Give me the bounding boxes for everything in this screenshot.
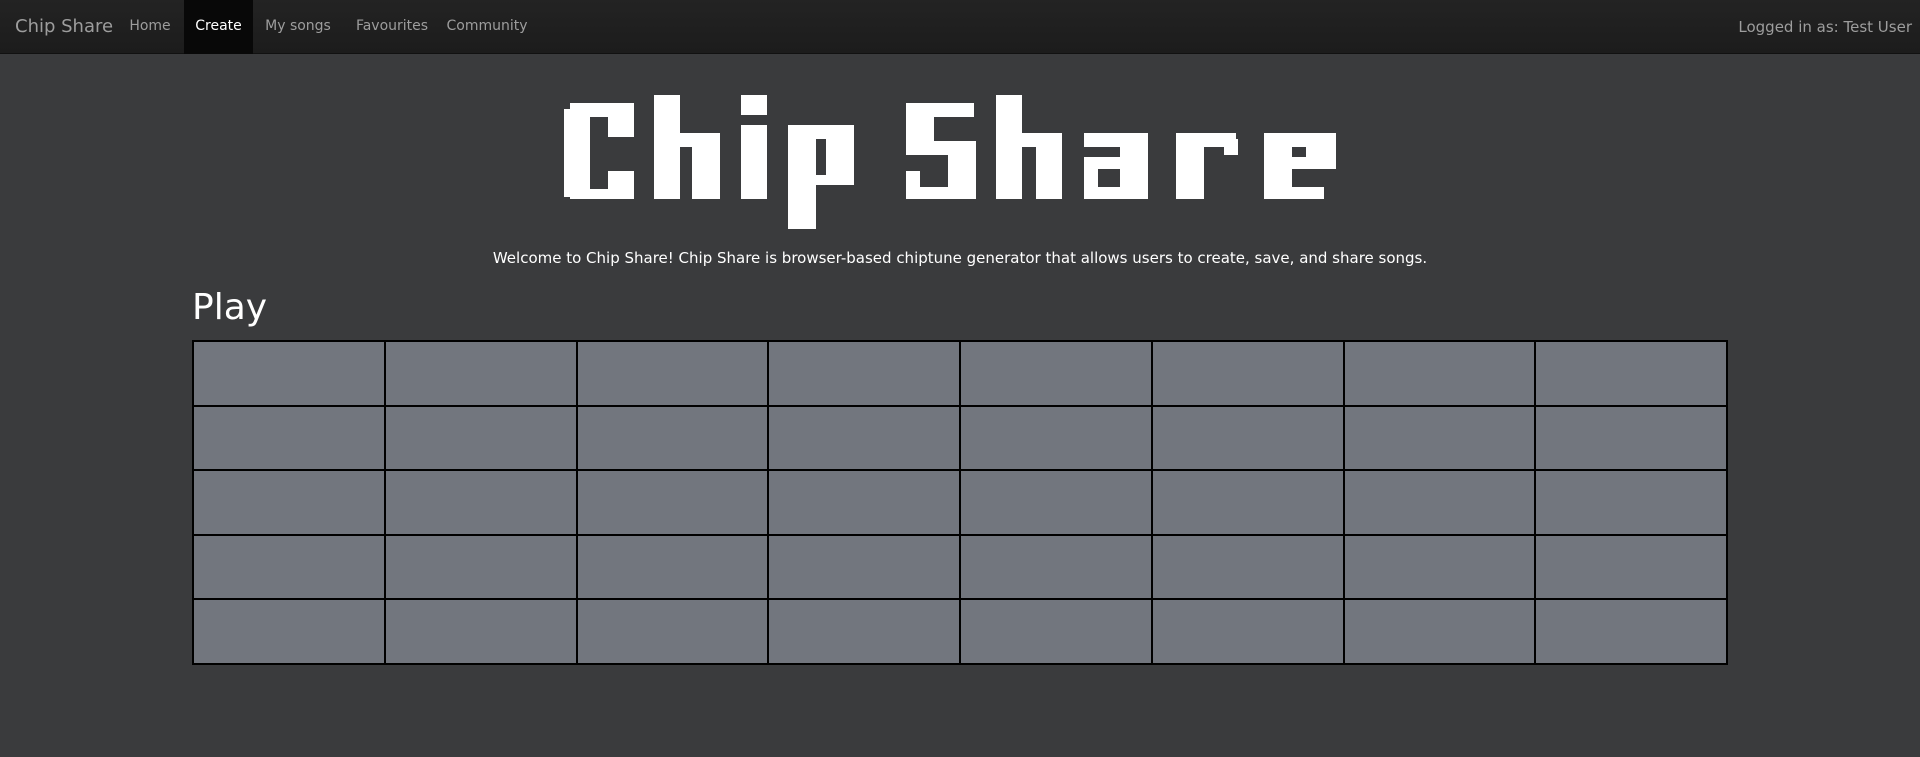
grid-cell[interactable] xyxy=(384,341,577,406)
nav-home[interactable]: Home xyxy=(119,0,181,54)
grid-cell[interactable] xyxy=(960,341,1152,406)
grid-cell[interactable] xyxy=(960,405,1152,471)
grid-cell[interactable] xyxy=(1535,534,1727,600)
grid-cell[interactable] xyxy=(384,470,577,535)
grid-cell[interactable] xyxy=(1151,341,1344,406)
grid-cell[interactable] xyxy=(1343,405,1536,471)
play-section-title: Play xyxy=(192,287,268,328)
grid-cell[interactable] xyxy=(1535,341,1727,406)
grid-cell[interactable] xyxy=(768,599,960,664)
sequencer-grid xyxy=(192,340,1728,665)
grid-cell[interactable] xyxy=(1151,405,1344,471)
grid-cell[interactable] xyxy=(768,470,960,535)
grid-cell[interactable] xyxy=(960,470,1152,535)
pixel-logo-svg xyxy=(564,95,1336,229)
grid-cell[interactable] xyxy=(1151,470,1344,535)
top-navbar: Chip Share Home Create My songs Favourit… xyxy=(0,0,1920,54)
login-status: Logged in as: Test User xyxy=(1738,18,1912,36)
nav-my-songs[interactable]: My songs xyxy=(254,0,342,54)
welcome-tagline: Welcome to Chip Share! Chip Share is bro… xyxy=(492,249,1428,267)
grid-cell[interactable] xyxy=(193,470,385,535)
grid-cell[interactable] xyxy=(768,341,960,406)
grid-cell[interactable] xyxy=(768,534,960,600)
grid-cell[interactable] xyxy=(576,470,769,535)
grid-cell[interactable] xyxy=(576,534,769,600)
grid-cell[interactable] xyxy=(960,599,1152,664)
grid-cell[interactable] xyxy=(1535,470,1727,535)
grid-cell[interactable] xyxy=(768,405,960,471)
chip-share-logo xyxy=(564,95,1344,239)
grid-cell[interactable] xyxy=(1343,470,1536,535)
grid-cell[interactable] xyxy=(193,599,385,664)
nav-favourites[interactable]: Favourites xyxy=(344,0,440,54)
grid-cell[interactable] xyxy=(960,534,1152,600)
grid-cell[interactable] xyxy=(1151,534,1344,600)
grid-cell[interactable] xyxy=(384,599,577,664)
grid-cell[interactable] xyxy=(193,534,385,600)
grid-cell[interactable] xyxy=(576,405,769,471)
grid-cell[interactable] xyxy=(1535,599,1727,664)
grid-cell[interactable] xyxy=(576,341,769,406)
grid-cell[interactable] xyxy=(193,341,385,406)
grid-cell[interactable] xyxy=(576,599,769,664)
grid-cell[interactable] xyxy=(384,405,577,471)
grid-cell[interactable] xyxy=(193,405,385,471)
grid-cell[interactable] xyxy=(1343,341,1536,406)
grid-cell[interactable] xyxy=(1535,405,1727,471)
nav-community[interactable]: Community xyxy=(442,0,532,54)
brand-link[interactable]: Chip Share xyxy=(15,0,113,54)
grid-cell[interactable] xyxy=(1343,599,1536,664)
grid-cell[interactable] xyxy=(1343,534,1536,600)
nav-create[interactable]: Create xyxy=(184,0,253,54)
grid-cell[interactable] xyxy=(384,534,577,600)
grid-cell[interactable] xyxy=(1151,599,1344,664)
